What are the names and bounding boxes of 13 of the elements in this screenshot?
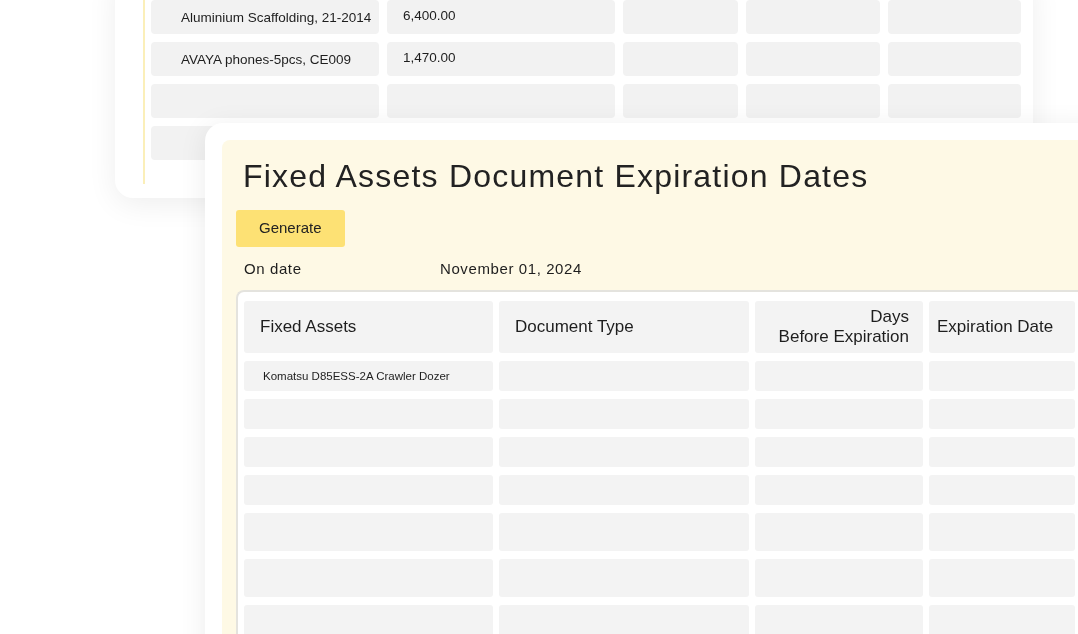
table-cell: 1,470.00: [387, 42, 615, 76]
column-header: Days Before Expiration: [755, 301, 923, 353]
table-cell: Aluminium Scaffolding, 21-2014: [151, 0, 379, 34]
table-cell: 6,400.00: [387, 0, 615, 34]
table-cell: Komatsu D85ESS-2A Crawler Dozer: [244, 361, 493, 391]
generate-button[interactable]: Generate: [236, 210, 345, 247]
column-header: Expiration Date: [929, 301, 1075, 353]
table-cell: AVAYA phones-5pcs, CE009: [151, 42, 379, 76]
column-header: Document Type: [499, 301, 749, 353]
on-date-label: On date: [244, 258, 303, 279]
on-date-value: November 01, 2024: [440, 258, 582, 279]
report-title: Fixed Assets Document Expiration Dates: [243, 157, 870, 196]
column-header: Fixed Assets: [244, 301, 493, 353]
